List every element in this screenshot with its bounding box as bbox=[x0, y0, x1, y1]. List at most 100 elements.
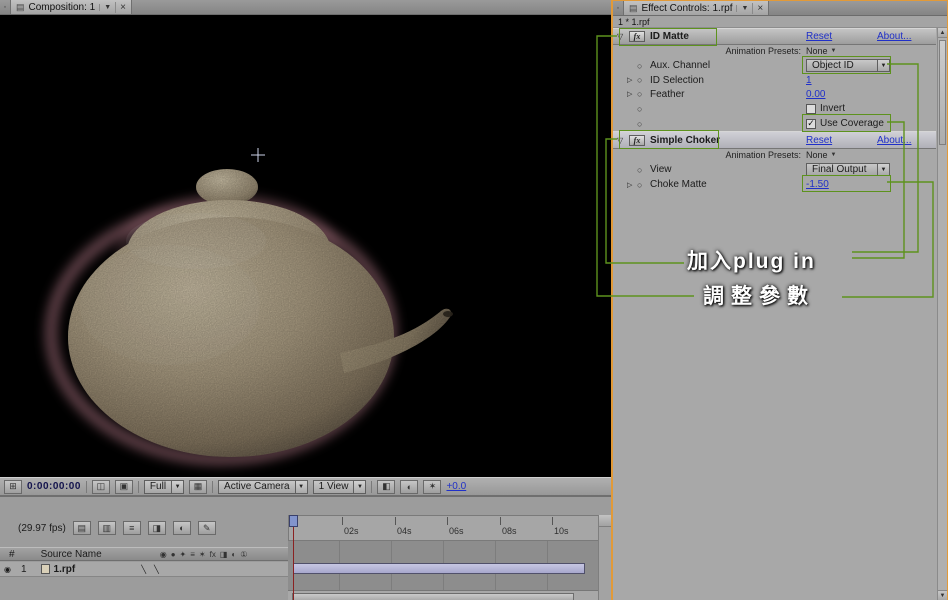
ruler-tick: 06s bbox=[449, 526, 464, 536]
effect-header-simple-choker[interactable]: ▽ fx Simple Choker Reset About... bbox=[613, 131, 936, 149]
feather-value[interactable]: 0.00 bbox=[806, 89, 825, 100]
invert-control: Invert bbox=[806, 103, 845, 114]
expander-closed-icon[interactable]: ▷ bbox=[627, 76, 637, 84]
effect-controls-tab-menu-icon[interactable]: ▼ bbox=[736, 5, 748, 12]
shy-icon[interactable]: ≡ bbox=[190, 550, 195, 559]
choke-matte-value[interactable]: -1.50 bbox=[806, 179, 829, 190]
expander-closed-icon[interactable]: ▷ bbox=[627, 90, 637, 98]
use-coverage-checkbox[interactable]: ✓ bbox=[806, 119, 816, 129]
pixel-aspect-icon[interactable]: ◧ bbox=[377, 480, 395, 494]
animation-presets-value: None bbox=[806, 150, 828, 160]
snapshot-icon[interactable]: ◫ bbox=[92, 480, 110, 494]
solo-icon[interactable]: ● bbox=[171, 550, 176, 559]
safe-zones-icon[interactable]: ▦ bbox=[189, 480, 207, 494]
frame-blend-icon[interactable]: ◨ bbox=[148, 521, 166, 535]
hide-shy-icon[interactable]: ≡ bbox=[123, 521, 141, 535]
about-link-simple-choker[interactable]: About... bbox=[877, 135, 911, 146]
hscroll-thumb[interactable] bbox=[292, 593, 574, 600]
comp-tabbar: ▪ ▤ Composition: 1 ▼ × bbox=[0, 0, 611, 15]
scroll-down-icon[interactable]: ▼ bbox=[938, 590, 947, 600]
flowchart-icon[interactable]: ▤ bbox=[73, 521, 91, 535]
ruler-tick: 04s bbox=[397, 526, 412, 536]
comp-tab-icon: ▤ bbox=[16, 2, 25, 13]
fx-badge-icon[interactable]: fx bbox=[629, 135, 645, 146]
exposure-icon[interactable]: ✶ bbox=[423, 480, 441, 494]
reset-link-id-matte[interactable]: Reset bbox=[806, 31, 832, 42]
current-time-indicator[interactable] bbox=[289, 515, 298, 600]
layer-row[interactable]: ◉ 1 1.rpf ╲ ╲ bbox=[0, 562, 288, 577]
view-dropdown[interactable]: Final Output ▼ bbox=[806, 163, 890, 176]
three-d-switch-icon[interactable]: ① bbox=[240, 550, 247, 559]
invert-checkbox[interactable] bbox=[806, 104, 816, 114]
comp-tab-close-icon[interactable]: × bbox=[115, 2, 126, 13]
fx-switch-icon[interactable]: fx bbox=[210, 550, 216, 559]
id-selection-value[interactable]: 1 bbox=[806, 75, 812, 86]
stopwatch-icon[interactable]: ○ bbox=[637, 180, 650, 190]
property-row-aux-channel: ○ Aux. Channel Object ID ▼ bbox=[613, 58, 936, 73]
fps-display[interactable]: (29.97 fps) bbox=[18, 523, 66, 534]
stopwatch-icon[interactable]: ○ bbox=[637, 104, 650, 114]
scroll-up-icon[interactable]: ▲ bbox=[938, 28, 947, 38]
draft-3d-icon[interactable]: ▥ bbox=[98, 521, 116, 535]
effect-controls-panel: ▪ ▤ Effect Controls: 1.rpf ▼ × 1 * 1.rpf… bbox=[611, 0, 948, 600]
column-source-name-header[interactable]: Source Name bbox=[41, 549, 102, 560]
composition-viewer[interactable] bbox=[0, 15, 611, 477]
layer-quality-icon[interactable]: ╲ bbox=[141, 565, 146, 574]
stopwatch-icon[interactable]: ○ bbox=[637, 75, 650, 85]
cti-handle[interactable] bbox=[289, 515, 298, 527]
stopwatch-icon[interactable]: ○ bbox=[637, 165, 650, 175]
comp-marker-bin-button[interactable] bbox=[599, 515, 611, 527]
tab-composition[interactable]: ▤ Composition: 1 ▼ × bbox=[10, 0, 132, 14]
timeline-ruler[interactable]: 02s 04s 06s 08s 10s bbox=[288, 515, 598, 541]
exposure-value[interactable]: +0.0 bbox=[446, 481, 466, 492]
fx-badge-icon[interactable]: fx bbox=[629, 31, 645, 42]
show-snapshot-icon[interactable]: ▣ bbox=[115, 480, 133, 494]
layer-duration-bar[interactable] bbox=[293, 563, 585, 574]
magnification-dropdown[interactable]: Full ▼ bbox=[144, 480, 184, 494]
panel-grip-icon[interactable]: ▪ bbox=[613, 1, 623, 15]
effect-header-id-matte[interactable]: ▽ fx ID Matte Reset About... bbox=[613, 28, 936, 45]
expander-open-icon[interactable]: ▽ bbox=[617, 136, 629, 145]
about-link-id-matte[interactable]: About... bbox=[877, 31, 911, 42]
current-time-display[interactable]: 0:00:00:00 bbox=[27, 481, 81, 492]
animation-presets-label: Animation Presets: bbox=[613, 150, 801, 160]
effect-controls-tab-close-icon[interactable]: × bbox=[752, 3, 763, 14]
comp-tab-menu-icon[interactable]: ▼ bbox=[99, 4, 111, 11]
scrollbar-thumb[interactable] bbox=[939, 40, 946, 145]
panel-grip-icon[interactable]: ▪ bbox=[0, 0, 10, 14]
stopwatch-icon[interactable]: ○ bbox=[637, 61, 650, 71]
timeline-track-area[interactable] bbox=[288, 541, 598, 590]
expander-closed-icon[interactable]: ▷ bbox=[627, 181, 637, 189]
view-layout-dropdown[interactable]: 1 View ▼ bbox=[313, 480, 367, 494]
layer-eye-icon[interactable]: ◉ bbox=[4, 565, 11, 574]
lock-icon[interactable]: ✦ bbox=[180, 550, 187, 559]
toolbar-divider bbox=[86, 481, 87, 493]
fast-previews-icon[interactable]: ◐ bbox=[400, 480, 418, 494]
layer-name[interactable]: 1.rpf bbox=[54, 564, 76, 575]
reset-link-simple-choker[interactable]: Reset bbox=[806, 135, 832, 146]
column-index-header[interactable]: # bbox=[9, 549, 15, 560]
av-features-icon[interactable]: ◉ bbox=[160, 550, 167, 559]
use-coverage-label: Use Coverage bbox=[820, 118, 884, 129]
grid-options-icon[interactable]: ⊞ bbox=[4, 480, 22, 494]
motion-blur-switch-icon[interactable]: ◐ bbox=[231, 550, 236, 559]
frame-blend-switch-icon[interactable]: ◨ bbox=[220, 550, 228, 559]
graph-editor-icon[interactable]: ✎ bbox=[198, 521, 216, 535]
aux-channel-dropdown[interactable]: Object ID ▼ bbox=[806, 59, 890, 72]
timeline-horizontal-scrollbar[interactable] bbox=[288, 590, 598, 600]
dropdown-arrow-icon: ▼ bbox=[877, 60, 889, 71]
expander-open-icon[interactable]: ▽ bbox=[617, 32, 629, 41]
effect-controls-scrollbar[interactable]: ▲ ▼ bbox=[937, 28, 947, 600]
stopwatch-icon[interactable]: ○ bbox=[637, 119, 650, 129]
collapse-icon[interactable]: ✶ bbox=[199, 550, 206, 559]
property-row-invert: ○ Invert bbox=[613, 101, 936, 116]
comp-toolbar: ⊞ 0:00:00:00 ◫ ▣ Full ▼ ▦ Active Camera … bbox=[0, 477, 611, 495]
cti-line bbox=[293, 527, 294, 600]
tab-effect-controls[interactable]: ▤ Effect Controls: 1.rpf ▼ × bbox=[623, 1, 769, 15]
animation-presets-dropdown[interactable]: None ▼ bbox=[806, 150, 836, 160]
animation-presets-dropdown[interactable]: None ▼ bbox=[806, 46, 836, 56]
layer-fx-icon[interactable]: ╲ bbox=[154, 565, 159, 574]
camera-dropdown[interactable]: Active Camera ▼ bbox=[218, 480, 308, 494]
motion-blur-icon[interactable]: ◐ bbox=[173, 521, 191, 535]
stopwatch-icon[interactable]: ○ bbox=[637, 89, 650, 99]
